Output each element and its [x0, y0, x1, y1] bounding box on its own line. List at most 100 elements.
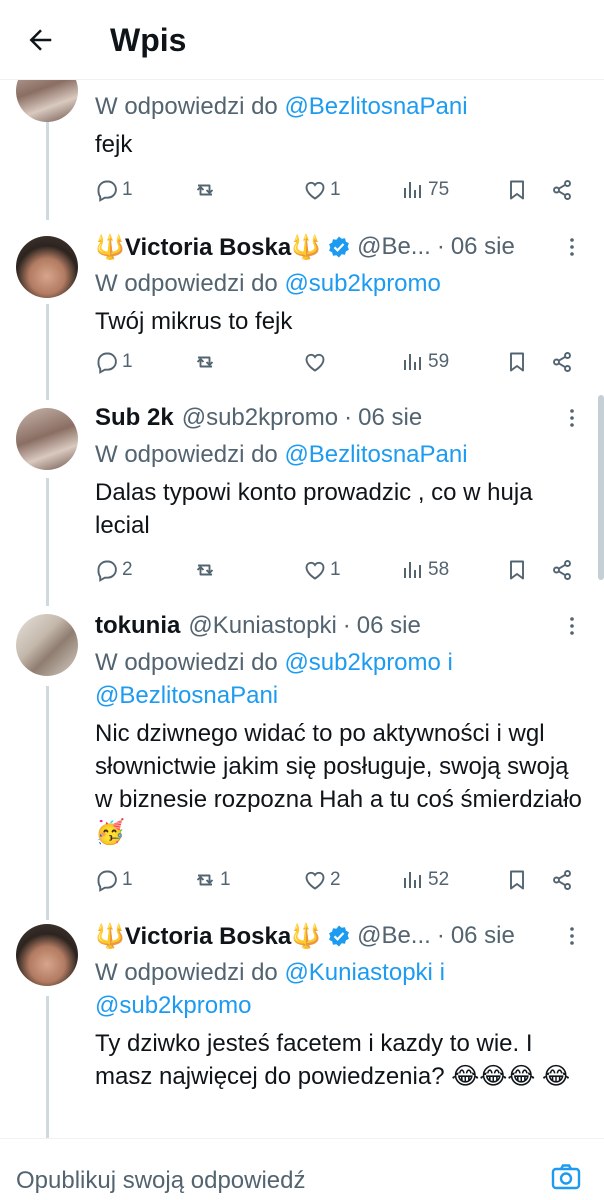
- author-name[interactable]: 🔱Victoria Boska🔱: [95, 233, 321, 262]
- top-bar: Wpis: [0, 0, 604, 80]
- avatar[interactable]: [16, 614, 78, 676]
- views-count: 52: [428, 869, 450, 890]
- reply-button[interactable]: 1: [95, 344, 133, 380]
- tweet-date[interactable]: 06 sie: [451, 922, 515, 950]
- tweet-actions: 1 59: [95, 344, 585, 380]
- retweets-count: 1: [220, 869, 231, 890]
- bookmark-button[interactable]: [505, 862, 529, 898]
- reply-context: W odpowiedzi do @sub2kpromo i @Bezlitosna…: [95, 649, 453, 709]
- replies-count: 1: [122, 869, 133, 890]
- tweet-text: Nic dziwnego widać to po aktywności i wg…: [95, 720, 582, 846]
- like-button[interactable]: 2: [303, 862, 341, 898]
- avatar[interactable]: [16, 924, 78, 986]
- mention-link[interactable]: @Kuniastopki: [284, 959, 432, 986]
- bookmark-button[interactable]: [505, 344, 529, 380]
- reply-input[interactable]: Opublikuj swoją odpowiedź: [16, 1167, 306, 1195]
- camera-icon[interactable]: [550, 1161, 582, 1193]
- views-count: 75: [428, 179, 450, 200]
- bookmark-button[interactable]: [505, 172, 529, 208]
- analytics-icon: [404, 354, 421, 370]
- reply-button[interactable]: 1: [95, 862, 133, 898]
- mention-link[interactable]: @BezlitosnaPani: [284, 93, 467, 120]
- tweet[interactable]: 🔱Victoria Boska🔱 @Be... · 06 sie W odpow…: [0, 916, 604, 1138]
- share-button[interactable]: [550, 172, 574, 208]
- reply-icon: [97, 180, 117, 202]
- likes-count: 1: [330, 179, 341, 200]
- tweet-date[interactable]: 06 sie: [357, 612, 421, 640]
- tweet-actions: 2 1 58: [95, 552, 585, 588]
- reply-context: W odpowiedzi do @sub2kpromo: [95, 270, 441, 297]
- likes-count: 1: [330, 559, 341, 580]
- author-handle[interactable]: @Be...: [357, 233, 431, 261]
- share-icon: [553, 560, 571, 580]
- reply-button[interactable]: 2: [95, 552, 133, 588]
- reply-context: W odpowiedzi do @Kuniastopki i @sub2kprom…: [95, 959, 445, 1019]
- share-button[interactable]: [550, 552, 574, 588]
- reply-icon: [97, 352, 117, 374]
- scrollbar[interactable]: [598, 395, 604, 580]
- tweet[interactable]: 🔱Victoria Boska🔱 @Be... · 06 sie W odpow…: [0, 220, 604, 398]
- reply-composer[interactable]: Opublikuj swoją odpowiedź: [0, 1138, 604, 1200]
- views-button[interactable]: 52: [401, 862, 449, 898]
- heart-icon: [305, 561, 325, 580]
- reply-context: W odpowiedzi do @BezlitosnaPani: [95, 441, 468, 468]
- tweet[interactable]: Sub 2k @sub2kpromo · 06 sie W odpowiedzi…: [0, 398, 604, 606]
- bookmark-icon: [510, 560, 524, 580]
- views-button[interactable]: 58: [401, 552, 449, 588]
- views-button[interactable]: 75: [401, 172, 449, 208]
- author-handle[interactable]: @sub2kpromo: [182, 404, 338, 432]
- author-name[interactable]: 🔱Victoria Boska🔱: [95, 922, 321, 951]
- heart-icon: [305, 353, 325, 372]
- author-handle[interactable]: @Kuniastopki: [188, 612, 336, 640]
- mention-link[interactable]: @sub2kpromo: [284, 649, 440, 676]
- more-options-icon[interactable]: [560, 614, 584, 638]
- retweet-button[interactable]: [193, 344, 220, 380]
- tweet[interactable]: tokunia @Kuniastopki · 06 sie W odpowied…: [0, 606, 604, 916]
- author-name[interactable]: Sub 2k: [95, 404, 174, 432]
- tweet-date[interactable]: 06 sie: [451, 233, 515, 261]
- reply-icon: [97, 560, 117, 582]
- like-button[interactable]: [303, 344, 330, 380]
- share-button[interactable]: [550, 862, 574, 898]
- retweet-button[interactable]: 1: [193, 862, 231, 898]
- mention-link[interactable]: @BezlitosnaPani: [284, 441, 467, 468]
- mention-link[interactable]: @sub2kpromo: [95, 992, 251, 1019]
- bookmark-icon: [510, 180, 524, 200]
- more-options-icon[interactable]: [560, 924, 584, 948]
- more-options-icon[interactable]: [560, 235, 584, 259]
- analytics-icon: [404, 182, 421, 198]
- reply-context: W odpowiedzi do @BezlitosnaPani: [95, 93, 468, 120]
- verified-badge-icon: [329, 236, 349, 258]
- retweet-icon: [196, 874, 214, 886]
- replies-count: 1: [122, 351, 133, 372]
- bookmark-button[interactable]: [505, 552, 529, 588]
- share-button[interactable]: [550, 344, 574, 380]
- bookmark-icon: [510, 352, 524, 372]
- back-button[interactable]: [14, 14, 66, 66]
- author-handle[interactable]: @Be...: [357, 922, 431, 950]
- retweet-button[interactable]: [193, 552, 220, 588]
- avatar[interactable]: [16, 236, 78, 298]
- verified-badge-icon: [329, 925, 349, 947]
- heart-icon: [305, 871, 325, 890]
- retweet-button[interactable]: [193, 172, 220, 208]
- avatar[interactable]: [16, 408, 78, 470]
- mention-link[interactable]: @BezlitosnaPani: [95, 682, 278, 709]
- like-button[interactable]: 1: [303, 172, 341, 208]
- tweet-date[interactable]: 06 sie: [358, 404, 422, 432]
- views-button[interactable]: 59: [401, 344, 449, 380]
- reply-button[interactable]: 1: [95, 172, 133, 208]
- mention-link[interactable]: @sub2kpromo: [284, 270, 440, 297]
- views-count: 59: [428, 351, 450, 372]
- like-button[interactable]: 1: [303, 552, 341, 588]
- share-icon: [553, 870, 571, 890]
- tweet-text: Twój mikrus to fejk: [95, 308, 293, 335]
- tweet-actions: 1 1 2 52: [95, 862, 585, 898]
- more-options-icon[interactable]: [560, 406, 584, 430]
- reply-icon: [97, 870, 117, 892]
- tweet[interactable]: W odpowiedzi do @BezlitosnaPani fejk 1 1 7…: [0, 60, 604, 220]
- analytics-icon: [404, 562, 421, 578]
- heart-icon: [305, 181, 325, 200]
- analytics-icon: [404, 872, 421, 888]
- author-name[interactable]: tokunia: [95, 612, 180, 640]
